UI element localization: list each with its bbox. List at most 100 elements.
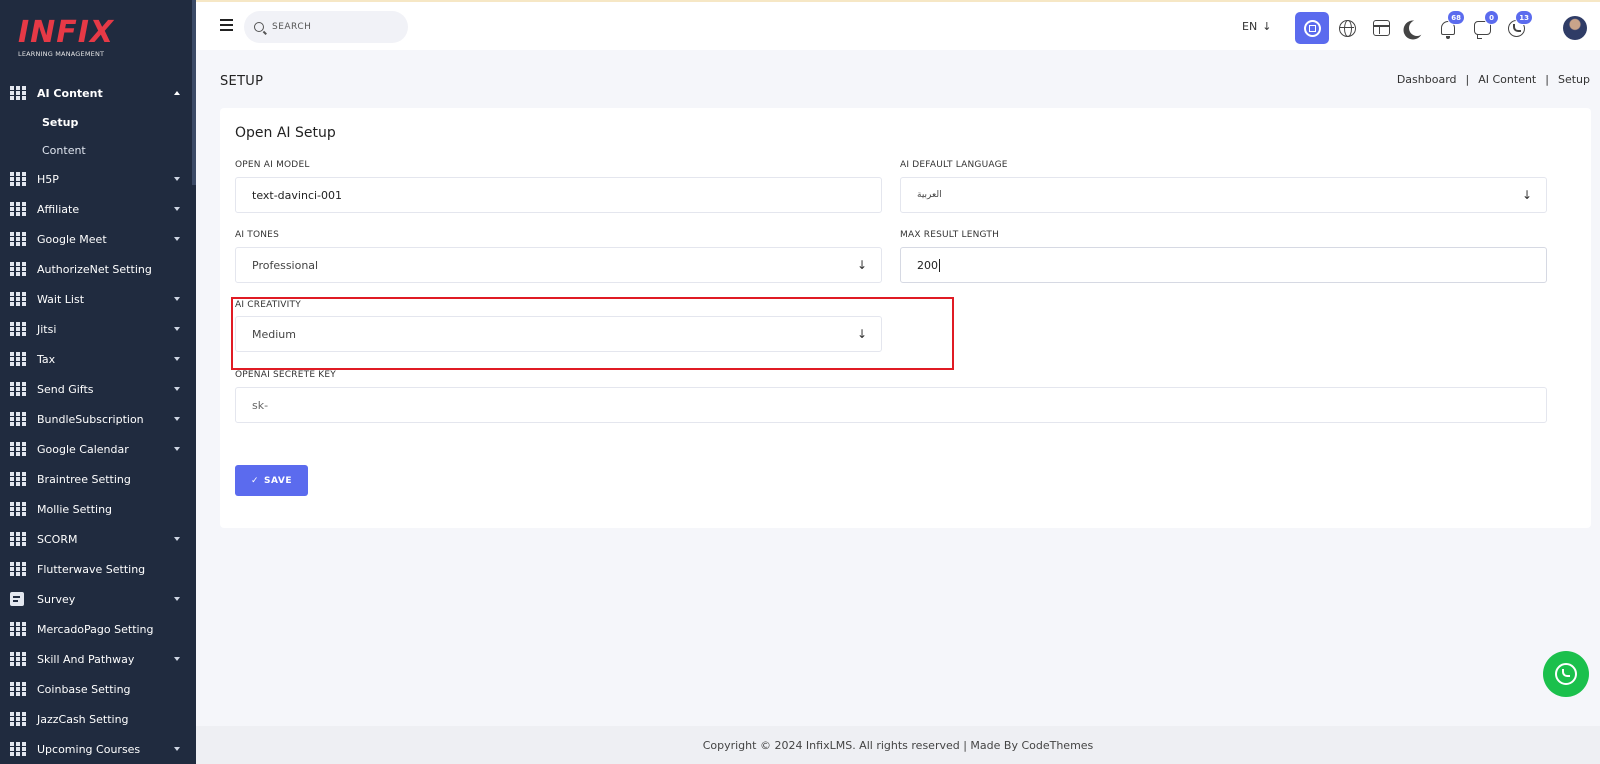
chevron-down-icon — [174, 447, 180, 451]
language-selector[interactable]: EN ↓ — [1242, 20, 1271, 33]
grid-icon — [10, 442, 26, 456]
chevron-down-icon — [174, 537, 180, 541]
sidebar-item-skill-and-pathway[interactable]: Skill And Pathway — [0, 644, 196, 674]
breadcrumb-separator: | — [1465, 73, 1470, 86]
card-title: Open AI Setup — [235, 125, 336, 141]
sidebar-item-survey[interactable]: Survey — [0, 584, 196, 614]
footer: Copyright © 2024 InfixLMS. All rights re… — [196, 726, 1600, 764]
chevron-down-icon — [174, 597, 180, 601]
sidebar-item-label: Upcoming Courses — [37, 742, 141, 756]
chevron-down-icon — [174, 237, 180, 241]
openai-setup-card: Open AI Setup OPEN AI MODEL text-davinci… — [220, 108, 1591, 528]
secret-key-label: OPENAI SECRETE KEY — [235, 370, 336, 380]
grid-icon — [10, 352, 26, 366]
sidebar-menu: AI Content Setup Content H5P Affiliate Google… — [0, 78, 196, 764]
sidebar-item-authorizenet-setting[interactable]: AuthorizeNet Setting — [0, 254, 196, 284]
grid-icon — [10, 682, 26, 696]
sidebar-item-label: H5P — [37, 172, 59, 186]
sidebar-item-google-calendar[interactable]: Google Calendar — [0, 434, 196, 464]
secret-key-input[interactable]: sk- — [235, 387, 1547, 423]
save-button[interactable]: ✓ SAVE — [235, 465, 308, 496]
save-label: SAVE — [264, 475, 292, 486]
sidebar-item-google-meet[interactable]: Google Meet — [0, 224, 196, 254]
ai-chip-button[interactable] — [1295, 12, 1329, 44]
breadcrumb-setup[interactable]: Setup — [1558, 73, 1590, 86]
model-label: OPEN AI MODEL — [235, 160, 310, 170]
sidebar-item-affiliate[interactable]: Affiliate — [0, 194, 196, 224]
model-input[interactable]: text-davinci-001 — [235, 177, 882, 213]
sidebar-item-ai-content[interactable]: AI Content — [0, 78, 196, 108]
creativity-select[interactable]: Medium ↓ — [235, 316, 882, 352]
grid-icon — [10, 742, 26, 756]
sidebar-item-wait-list[interactable]: Wait List — [0, 284, 196, 314]
sidebar-item-label: MercadoPago Setting — [37, 622, 154, 636]
notifications-button[interactable]: 68 — [1431, 10, 1465, 44]
secret-key-value: sk- — [252, 398, 269, 412]
breadcrumb-ai-content[interactable]: AI Content — [1478, 73, 1536, 86]
grid-icon — [10, 622, 26, 636]
sidebar-item-label: Google Meet — [37, 232, 107, 246]
whatsapp-button[interactable] — [1543, 651, 1589, 697]
sidebar-item-tax[interactable]: Tax — [0, 344, 196, 374]
sidebar-item-upcoming-courses[interactable]: Upcoming Courses — [0, 734, 196, 764]
sidebar-item-h5p[interactable]: H5P — [0, 164, 196, 194]
submenu-item-content[interactable]: Content — [0, 136, 196, 164]
brand-name: INFIX — [18, 15, 115, 50]
globe-button[interactable] — [1330, 12, 1364, 44]
dark-mode-button[interactable] — [1396, 12, 1430, 44]
grid-icon — [10, 472, 26, 486]
max-length-input[interactable]: 200 — [900, 247, 1547, 283]
sidebar-item-coinbase-setting[interactable]: Coinbase Setting — [0, 674, 196, 704]
chevron-down-icon — [174, 357, 180, 361]
layout-button[interactable] — [1364, 12, 1398, 44]
copyright-text: Copyright © 2024 InfixLMS. All rights re… — [702, 738, 1094, 752]
search-input[interactable] — [272, 22, 392, 32]
sidebar-item-label: AuthorizeNet Setting — [37, 262, 152, 276]
messages-button[interactable]: 0 — [1465, 10, 1499, 44]
menu-icon[interactable] — [220, 19, 233, 31]
grid-icon — [10, 532, 26, 546]
sidebar-item-label: Mollie Setting — [37, 502, 113, 516]
sidebar: INFIX LEARNING MANAGEMENT AI Content Setu… — [0, 0, 196, 764]
sidebar-item-braintree-setting[interactable]: Braintree Setting — [0, 464, 196, 494]
sidebar-item-jitsi[interactable]: Jitsi — [0, 314, 196, 344]
arrow-down-icon: ↓ — [1521, 188, 1532, 202]
sidebar-item-send-gifts[interactable]: Send Gifts — [0, 374, 196, 404]
sidebar-item-label: Survey — [37, 592, 76, 606]
default-language-select[interactable]: العربية ↓ — [900, 177, 1547, 213]
layout-icon — [1372, 20, 1390, 36]
sidebar-item-mollie-setting[interactable]: Mollie Setting — [0, 494, 196, 524]
grid-icon — [10, 232, 26, 246]
tones-select[interactable]: Professional ↓ — [235, 247, 882, 283]
max-length-value: 200 — [917, 258, 938, 272]
tones-label: AI TONES — [235, 230, 279, 240]
sidebar-item-jazzcash-setting[interactable]: JazzCash Setting — [0, 704, 196, 734]
grid-icon — [10, 292, 26, 306]
logo[interactable]: INFIX LEARNING MANAGEMENT — [0, 0, 196, 78]
calls-button[interactable]: 13 — [1499, 10, 1533, 44]
sidebar-item-flutterwave-setting[interactable]: Flutterwave Setting — [0, 554, 196, 584]
search-box[interactable] — [244, 11, 408, 43]
globe-icon — [1338, 19, 1356, 37]
default-language-label: AI DEFAULT LANGUAGE — [900, 160, 1008, 170]
avatar[interactable] — [1563, 16, 1587, 40]
page-title: SETUP — [220, 74, 264, 89]
grid-icon — [10, 172, 26, 186]
default-language-value: العربية — [917, 190, 942, 200]
sidebar-item-scorm[interactable]: SCORM — [0, 524, 196, 554]
grid-icon — [10, 562, 26, 576]
breadcrumb-dashboard[interactable]: Dashboard — [1397, 73, 1457, 86]
chevron-down-icon — [174, 417, 180, 421]
sidebar-item-bundlesubscription[interactable]: BundleSubscription — [0, 404, 196, 434]
sidebar-item-label: Braintree Setting — [37, 472, 131, 486]
submenu-item-setup[interactable]: Setup — [0, 108, 196, 136]
check-icon: ✓ — [251, 475, 260, 486]
sidebar-item-label: Tax — [37, 352, 56, 366]
chevron-down-icon — [174, 327, 180, 331]
creativity-label: AI CREATIVITY — [235, 300, 301, 310]
chevron-down-icon — [174, 387, 180, 391]
grid-icon — [10, 202, 26, 216]
sidebar-item-mercadopago-setting[interactable]: MercadoPago Setting — [0, 614, 196, 644]
sidebar-item-label: JazzCash Setting — [37, 712, 129, 726]
breadcrumb-separator: | — [1545, 73, 1549, 86]
